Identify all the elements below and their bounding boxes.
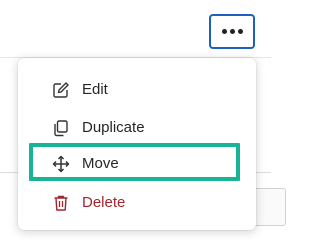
menu-item-label: Edit (82, 81, 108, 98)
edit-icon (53, 82, 69, 98)
menu-item-edit[interactable]: Edit (32, 74, 242, 106)
more-dot (229, 29, 235, 34)
menu-item-label: Delete (82, 194, 126, 211)
menu-item-duplicate[interactable]: Duplicate (32, 112, 242, 144)
trash-icon (54, 195, 68, 211)
move-item-highlight (29, 143, 240, 181)
duplicate-icon (54, 120, 68, 137)
menu-item-label: Duplicate (82, 119, 145, 136)
more-dot (237, 29, 243, 34)
more-actions-button[interactable] (209, 14, 255, 49)
menu-item-delete[interactable]: Delete (32, 187, 242, 219)
more-horizontal-icon (221, 29, 227, 34)
